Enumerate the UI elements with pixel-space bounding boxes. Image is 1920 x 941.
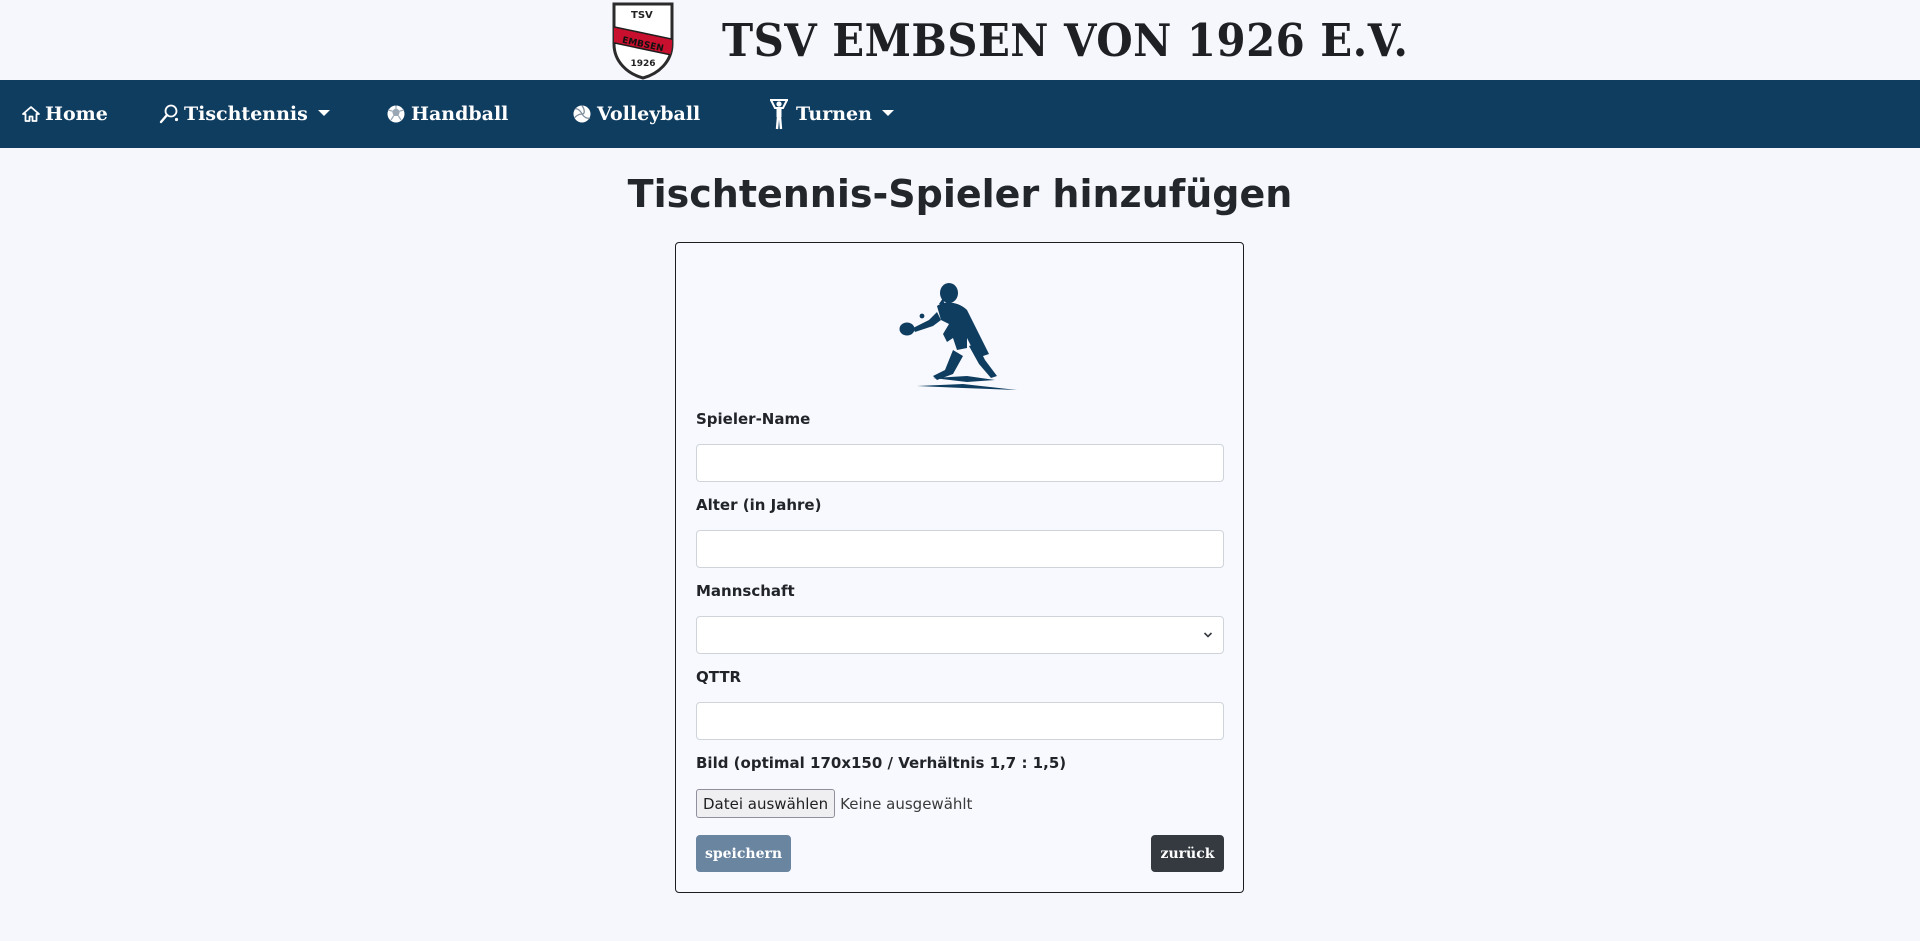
choose-file-button[interactable]: Datei auswählen	[696, 789, 836, 818]
nav-volleyball[interactable]: Volleyball	[572, 80, 700, 148]
player-name-input[interactable]	[696, 444, 1224, 482]
player-name-label: Spieler-Name	[696, 410, 811, 428]
team-label: Mannschaft	[696, 582, 795, 600]
nav-tischtennis[interactable]: Tischtennis	[159, 80, 330, 148]
team-select[interactable]	[696, 616, 1224, 654]
save-button[interactable]: speichern	[696, 835, 791, 872]
gymnast-icon	[767, 97, 791, 131]
site-header: TSV EMBSEN 1926 TSV EMBSEN VON 1926 E.V.	[0, 0, 1920, 80]
nav-turnen-label: Turnen	[796, 103, 872, 125]
nav-home-label: Home	[45, 103, 108, 125]
site-title: TSV EMBSEN VON 1926 E.V.	[722, 14, 1409, 67]
page-title: Tischtennis-Spieler hinzufügen	[627, 172, 1293, 216]
logo-top-text: TSV	[631, 10, 653, 21]
nav-volleyball-label: Volleyball	[597, 103, 701, 125]
nav-handball[interactable]: Handball	[386, 80, 508, 148]
add-player-form: Spieler-Name Alter (in Jahre) Mannschaft…	[675, 242, 1244, 893]
nav-home[interactable]: Home	[22, 80, 108, 148]
chevron-down-icon	[1203, 632, 1213, 638]
age-input[interactable]	[696, 530, 1224, 568]
table-tennis-player-illustration	[899, 283, 1017, 390]
handball-icon	[386, 104, 406, 124]
table-tennis-paddle-icon	[159, 104, 179, 124]
chevron-down-icon	[881, 110, 894, 116]
file-status-text: Keine ausgewählt	[840, 794, 973, 813]
picture-label: Bild (optimal 170x150 / Verhältnis 1,7 :…	[696, 754, 1067, 772]
nav-tischtennis-label: Tischtennis	[184, 103, 308, 125]
picture-file-input: Datei auswählen Keine ausgewählt	[696, 789, 972, 818]
club-logo[interactable]: TSV EMBSEN 1926	[610, 0, 676, 80]
main-navbar: Home Tischtennis Handball Volleyball Tur…	[0, 80, 1920, 148]
qttr-label: QTTR	[696, 668, 742, 686]
logo-year-text: 1926	[630, 59, 655, 69]
age-label: Alter (in Jahre)	[696, 496, 822, 514]
nav-handball-label: Handball	[411, 103, 509, 125]
qttr-input[interactable]	[696, 702, 1224, 740]
nav-turnen[interactable]: Turnen	[767, 80, 894, 148]
back-button[interactable]: zurück	[1151, 835, 1224, 872]
chevron-down-icon	[317, 110, 330, 116]
home-icon	[22, 105, 40, 123]
volleyball-icon	[572, 104, 592, 124]
